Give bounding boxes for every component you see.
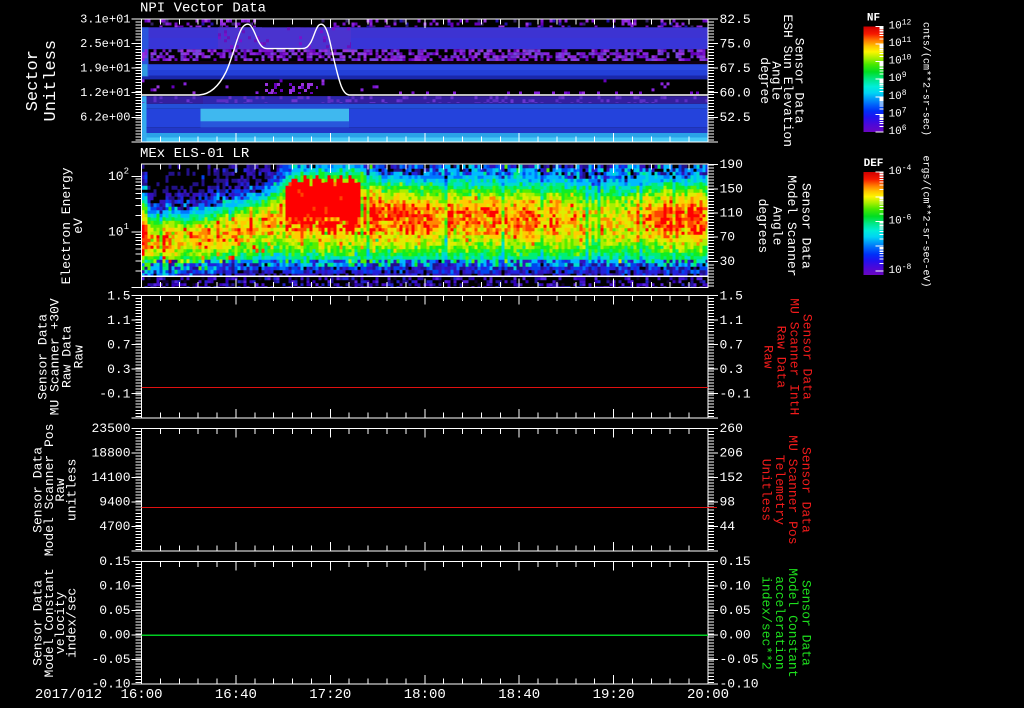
svg-text:Raw: Raw: [761, 345, 776, 369]
svg-text:70: 70: [720, 230, 736, 245]
svg-text:1.5: 1.5: [107, 289, 130, 304]
svg-text:eV: eV: [71, 218, 86, 234]
svg-text:NPI Vector Data: NPI Vector Data: [140, 0, 266, 16]
svg-text:18:00: 18:00: [404, 687, 446, 703]
svg-text:3.1e+01: 3.1e+01: [80, 12, 130, 26]
svg-text:16:00: 16:00: [120, 687, 162, 703]
svg-text:1.1: 1.1: [720, 313, 744, 328]
svg-text:30: 30: [720, 254, 736, 269]
svg-text:0.3: 0.3: [107, 362, 130, 377]
svg-text:unitless: unitless: [64, 459, 79, 521]
svg-text:NF: NF: [867, 13, 880, 25]
svg-text:0.10: 0.10: [720, 579, 751, 594]
svg-text:0.7: 0.7: [720, 338, 743, 353]
svg-text:Sensor Data: Sensor Data: [799, 183, 814, 269]
svg-text:60.0: 60.0: [720, 85, 751, 100]
svg-text:0.05: 0.05: [99, 603, 130, 618]
svg-text:-0.05: -0.05: [91, 652, 130, 667]
svg-text:19:20: 19:20: [593, 687, 635, 703]
svg-text:20:00: 20:00: [687, 687, 729, 703]
svg-text:-0.1: -0.1: [720, 387, 751, 402]
svg-text:Sector: Sector: [24, 50, 43, 111]
svg-text:1.9e+01: 1.9e+01: [80, 61, 130, 75]
svg-text:75.0: 75.0: [720, 36, 751, 51]
svg-text:52.5: 52.5: [720, 110, 751, 125]
svg-text:0.00: 0.00: [720, 628, 751, 643]
svg-text:82.5: 82.5: [720, 12, 751, 27]
svg-text:18800: 18800: [91, 446, 130, 461]
svg-text:1.5: 1.5: [720, 289, 743, 304]
svg-text:DEF: DEF: [864, 158, 884, 170]
svg-text:-0.05: -0.05: [720, 652, 759, 667]
svg-text:23500: 23500: [91, 421, 130, 436]
svg-text:ergs/(cm**2-sr-sec-eV): ergs/(cm**2-sr-sec-eV): [920, 155, 932, 287]
svg-text:9400: 9400: [99, 495, 130, 510]
svg-text:67.5: 67.5: [720, 61, 751, 76]
svg-text:0.10: 0.10: [99, 579, 130, 594]
svg-text:190: 190: [720, 157, 743, 172]
svg-text:110: 110: [720, 206, 743, 221]
svg-text:-0.1: -0.1: [99, 387, 130, 402]
svg-text:260: 260: [720, 421, 743, 436]
svg-text:6.2e+00: 6.2e+00: [80, 110, 130, 124]
svg-text:Raw: Raw: [72, 345, 87, 369]
svg-text:Angle: Angle: [770, 206, 785, 245]
svg-text:98: 98: [720, 495, 736, 510]
svg-text:2017/012: 2017/012: [35, 687, 102, 703]
svg-text:1.1: 1.1: [107, 313, 131, 328]
svg-text:degree: degree: [757, 57, 772, 104]
svg-text:0.15: 0.15: [99, 554, 130, 569]
svg-text:18:40: 18:40: [498, 687, 540, 703]
svg-text:150: 150: [720, 181, 743, 196]
svg-text:2.5e+01: 2.5e+01: [80, 37, 130, 51]
svg-text:index/sec: index/sec: [64, 588, 79, 658]
svg-text:16:40: 16:40: [215, 687, 257, 703]
svg-text:0.7: 0.7: [107, 338, 130, 353]
svg-text:Unitless: Unitless: [759, 459, 774, 521]
svg-text:14100: 14100: [91, 470, 130, 485]
svg-text:0.15: 0.15: [720, 554, 751, 569]
svg-text:Unitless: Unitless: [42, 40, 61, 122]
svg-text:152: 152: [720, 470, 743, 485]
svg-text:degrees: degrees: [755, 199, 770, 254]
svg-text:Model Scanner: Model Scanner: [784, 175, 799, 276]
svg-text:17:20: 17:20: [309, 687, 351, 703]
svg-text:1.2e+01: 1.2e+01: [80, 86, 130, 100]
svg-text:0.00: 0.00: [99, 628, 130, 643]
svg-text:44: 44: [720, 519, 736, 534]
svg-text:0.3: 0.3: [720, 362, 743, 377]
svg-text:0.05: 0.05: [720, 603, 751, 618]
svg-text:MEx ELS-01 LR: MEx ELS-01 LR: [140, 146, 250, 162]
svg-text:4700: 4700: [99, 519, 130, 534]
svg-text:206: 206: [720, 446, 743, 461]
svg-text:index/sec**2: index/sec**2: [759, 576, 774, 670]
svg-text:cnts/(cm**2-sr-sec): cnts/(cm**2-sr-sec): [920, 22, 932, 136]
